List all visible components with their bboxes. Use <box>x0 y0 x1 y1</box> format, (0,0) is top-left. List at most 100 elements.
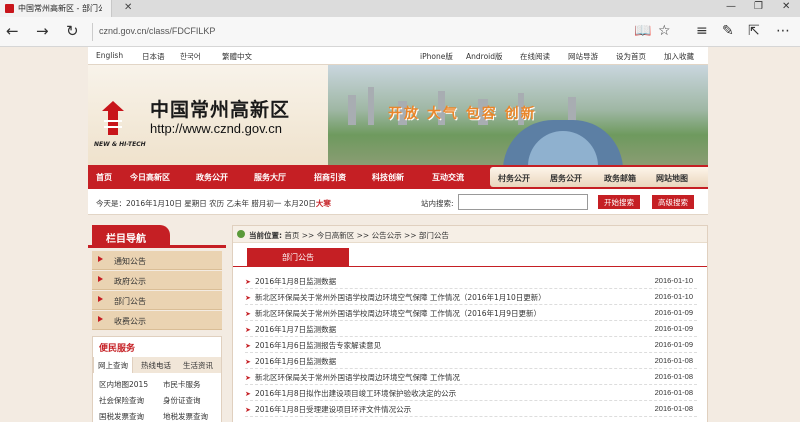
list-item[interactable]: ➤ 2016年1月6日监测数据 2016-01-08 <box>245 353 697 369</box>
solar-term: 大寒 <box>315 199 331 208</box>
arrow-right-icon <box>98 276 103 282</box>
list-item[interactable]: ➤ 2016年1月8日拟作出建设项目竣工环境保护验收决定的公示 2016-01-08 <box>245 385 697 401</box>
item-title[interactable]: 新北区环保局关于常州外国语学校周边环境空气保障 工作情况 <box>255 372 460 383</box>
browser-tab[interactable]: 中国常州高新区 - 部门公 <box>0 0 112 17</box>
sidebar-item-gov-public[interactable]: 政府公示 <box>92 271 222 290</box>
list-item[interactable]: ➤ 新北区环保局关于常州外国语学校周边环境空气保障 工作情况 2016-01-08 <box>245 369 697 385</box>
nav-home[interactable]: 首页 <box>96 172 112 183</box>
service-link[interactable]: 国税发票查询 <box>99 411 144 422</box>
item-title[interactable]: 2016年1月6日监测数据 <box>255 356 336 367</box>
web-note-icon[interactable]: ✎ <box>722 23 734 39</box>
location-icon <box>237 230 245 238</box>
list-item[interactable]: ➤ 新北区环保局关于常州外国语学校周边环境空气保障 工作情况（2016年1月10日… <box>245 289 697 305</box>
nav-sitemap[interactable]: 网站地图 <box>656 173 688 184</box>
citizen-services-title: 便民服务 <box>99 344 136 354</box>
bullet-arrow-icon: ➤ <box>245 326 251 334</box>
url-field[interactable]: cznd.gov.cn/class/FDCFILKP <box>92 23 622 41</box>
forward-icon[interactable]: → <box>36 23 49 39</box>
notice-list: ➤ 2016年1月8日监测数据 2016-01-10 ➤ 新北区环保局关于常州外国语学… <box>245 273 697 417</box>
sidebar-item-notices[interactable]: 通知公告 <box>92 251 222 270</box>
sidebar-title-bar <box>88 245 226 248</box>
item-title[interactable]: 2016年1月7日监测数据 <box>255 324 336 335</box>
refresh-icon[interactable]: ↻ <box>66 23 79 39</box>
list-item[interactable]: ➤ 2016年1月6日监测报告专家解读意见 2016-01-09 <box>245 337 697 353</box>
browser-tabbar: 中国常州高新区 - 部门公 ✕ — ❐ ✕ <box>0 0 800 17</box>
breadcrumb-path[interactable]: 首页 >> 今日高新区 >> 公告公示 >> 部门公告 <box>284 231 449 240</box>
sidebar-item-dept-notices[interactable]: 部门公告 <box>92 291 222 310</box>
tab-title: 中国常州高新区 - 部门公 <box>18 4 102 13</box>
list-item[interactable]: ➤ 新北区环保局关于常州外国语学校周边环境空气保障 工作情况（2016年1月9日更… <box>245 305 697 321</box>
lang-link-english[interactable]: English <box>96 51 123 60</box>
arrow-right-icon <box>98 296 103 302</box>
section-divider <box>233 266 707 267</box>
service-link[interactable]: 市民卡服务 <box>163 379 201 390</box>
arrow-right-icon <box>98 256 103 262</box>
nav-interaction[interactable]: 互动交流 <box>432 172 464 183</box>
item-title[interactable]: 2016年1月6日监测报告专家解读意见 <box>255 340 381 351</box>
site-search-input[interactable] <box>458 194 588 210</box>
hitech-logo-icon <box>102 101 124 135</box>
top-links-bar: English 日本语 한국어 繁體中文 iPhone版 Android版 在线… <box>88 47 708 65</box>
top-link-add-favorite[interactable]: 加入收藏 <box>664 51 694 62</box>
bullet-arrow-icon: ➤ <box>245 406 251 414</box>
lang-link-korean[interactable]: 한국어 <box>180 51 201 62</box>
breadcrumb: 当前位置: 首页 >> 今日高新区 >> 公告公示 >> 部门公告 <box>233 226 707 243</box>
nav-service-hall[interactable]: 服务大厅 <box>254 172 286 183</box>
start-search-button[interactable]: 开始搜索 <box>598 195 640 209</box>
lang-link-traditional[interactable]: 繁體中文 <box>222 51 252 62</box>
list-item[interactable]: ➤ 2016年1月7日监测数据 2016-01-09 <box>245 321 697 337</box>
tab-life-info[interactable]: 生活资讯 <box>183 360 213 371</box>
item-date: 2016-01-10 <box>654 292 693 301</box>
top-link-iphone[interactable]: iPhone版 <box>420 51 453 62</box>
service-link[interactable]: 身份证查询 <box>163 395 201 406</box>
search-label: 站内搜索: <box>421 199 454 208</box>
more-icon[interactable]: ⋯ <box>776 23 790 39</box>
top-link-android[interactable]: Android版 <box>466 51 503 62</box>
item-title[interactable]: 2016年1月8日受理建设项目环评文件情况公示 <box>255 404 411 415</box>
tab-online-query[interactable]: 网上查询 <box>93 357 133 373</box>
share-icon[interactable]: ⇱ <box>748 23 760 39</box>
nav-gov-mailbox[interactable]: 政务邮箱 <box>604 173 636 184</box>
site-banner: NEW & HI-TECH 中国常州高新区 http://www.cznd.go… <box>88 65 708 165</box>
nav-village-affairs[interactable]: 村务公开 <box>498 173 530 184</box>
list-item[interactable]: ➤ 2016年1月8日监测数据 2016-01-10 <box>245 273 697 289</box>
tab-close-icon[interactable]: ✕ <box>124 2 132 13</box>
breadcrumb-label: 当前位置: <box>249 231 282 240</box>
nav-resident-affairs[interactable]: 居务公开 <box>550 173 582 184</box>
close-window-icon[interactable]: ✕ <box>782 1 790 12</box>
favorite-star-icon[interactable]: ☆ <box>658 23 671 39</box>
bullet-arrow-icon: ➤ <box>245 278 251 286</box>
back-icon[interactable]: ← <box>6 23 19 39</box>
top-link-set-homepage[interactable]: 设为首页 <box>616 51 646 62</box>
sub-nav: 村务公开 居务公开 政务邮箱 网站地图 <box>490 167 708 187</box>
service-link[interactable]: 地税发票查询 <box>163 411 208 422</box>
top-link-read-online[interactable]: 在线阅读 <box>520 51 550 62</box>
minimize-icon[interactable]: — <box>726 1 736 12</box>
bullet-arrow-icon: ➤ <box>245 294 251 302</box>
sidebar-item-fee-public[interactable]: 收费公示 <box>92 311 222 330</box>
sidebar-menu: 通知公告 政府公示 部门公告 收费公示 <box>92 251 222 331</box>
bullet-arrow-icon: ➤ <box>245 310 251 318</box>
reading-view-icon[interactable]: 📖 <box>634 23 651 39</box>
item-title[interactable]: 新北区环保局关于常州外国语学校周边环境空气保障 工作情况（2016年1月9日更新… <box>255 308 541 319</box>
advanced-search-button[interactable]: 高级搜索 <box>652 195 694 209</box>
restore-icon[interactable]: ❐ <box>754 1 763 12</box>
nav-investment[interactable]: 招商引资 <box>314 172 346 183</box>
nav-today[interactable]: 今日高新区 <box>130 172 170 183</box>
nav-gov-affairs[interactable]: 政务公开 <box>196 172 228 183</box>
item-date: 2016-01-09 <box>654 340 693 349</box>
nav-innovation[interactable]: 科技创新 <box>372 172 404 183</box>
main-nav: 首页 今日高新区 政务公开 服务大厅 招商引资 科技创新 互动交流 村务公开 居… <box>88 165 708 189</box>
service-link[interactable]: 区内地图2015 <box>99 379 148 390</box>
address-bar: ← → ↻ cznd.gov.cn/class/FDCFILKP 📖 ☆ ≡ ✎… <box>0 17 800 47</box>
item-title[interactable]: 新北区环保局关于常州外国语学校周边环境空气保障 工作情况（2016年1月10日更… <box>255 292 546 303</box>
service-link[interactable]: 社会保险查询 <box>99 395 144 406</box>
tab-hotline[interactable]: 热线电话 <box>141 360 171 371</box>
item-title[interactable]: 2016年1月8日监测数据 <box>255 276 336 287</box>
hub-icon[interactable]: ≡ <box>696 23 708 39</box>
item-title[interactable]: 2016年1月8日拟作出建设项目竣工环境保护验收决定的公示 <box>255 388 456 399</box>
top-link-site-guide[interactable]: 网站导游 <box>568 51 598 62</box>
list-item[interactable]: ➤ 2016年1月8日受理建设项目环评文件情况公示 2016-01-08 <box>245 401 697 417</box>
lang-link-japanese[interactable]: 日本语 <box>142 51 165 62</box>
item-date: 2016-01-09 <box>654 324 693 333</box>
